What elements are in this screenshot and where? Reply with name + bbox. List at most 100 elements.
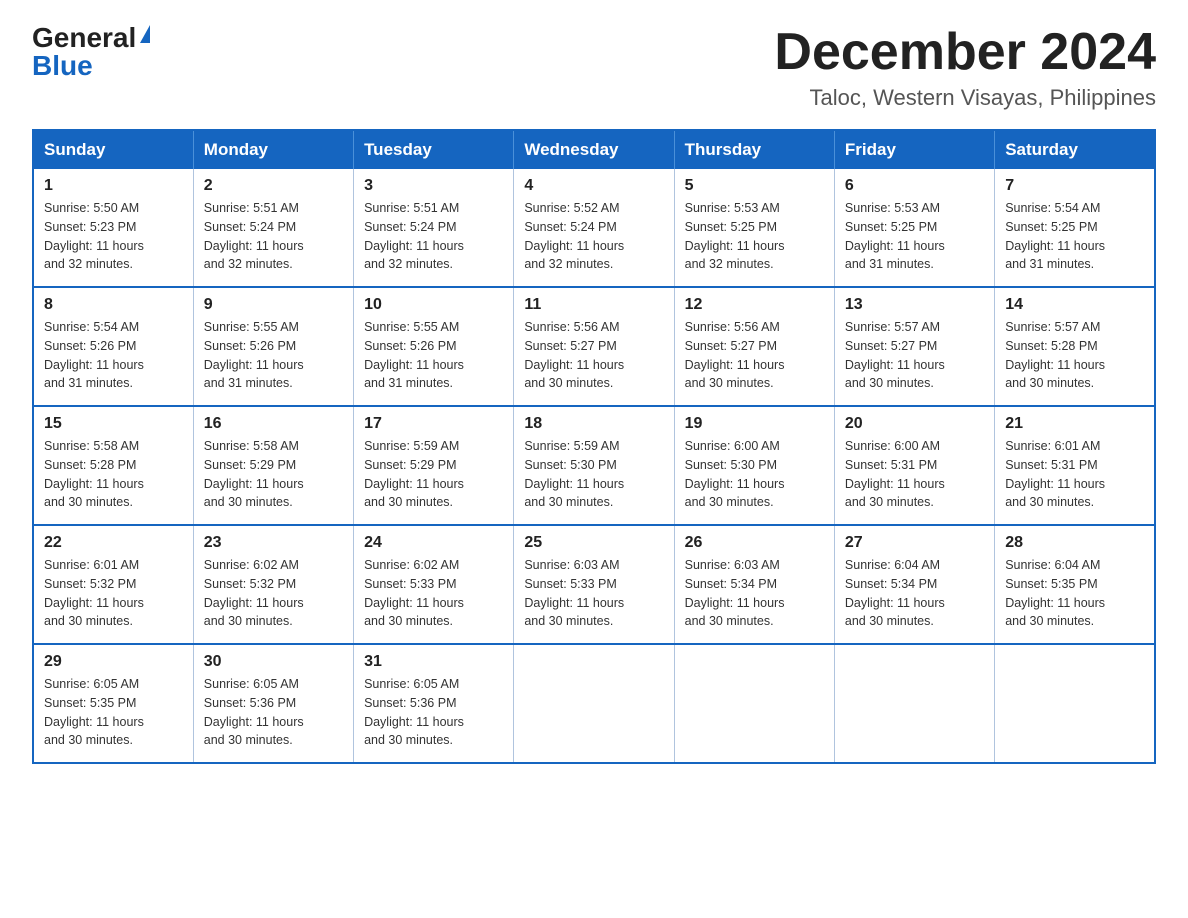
calendar-day-cell: 23 Sunrise: 6:02 AMSunset: 5:32 PMDayligh… [193, 525, 353, 644]
day-number: 1 [44, 177, 183, 195]
calendar-day-cell: 5Sunrise: 5:53 AMSunset: 5:25 PMDaylight… [674, 169, 834, 287]
day-number: 8 [44, 296, 183, 314]
weekday-header-friday: Friday [834, 130, 994, 169]
day-number: 20 [845, 415, 984, 433]
calendar-day-cell [514, 644, 674, 763]
day-number: 23 [204, 534, 343, 552]
calendar-day-cell: 24Sunrise: 6:02 AMSunset: 5:33 PMDayligh… [354, 525, 514, 644]
calendar-day-cell: 26Sunrise: 6:03 AMSunset: 5:34 PMDayligh… [674, 525, 834, 644]
weekday-header-row: SundayMondayTuesdayWednesdayThursdayFrid… [33, 130, 1155, 169]
day-number: 30 [204, 653, 343, 671]
calendar-week-row: 29 Sunrise: 6:05 AMSunset: 5:35 PMDayligh… [33, 644, 1155, 763]
calendar-day-cell: 13Sunrise: 5:57 AMSunset: 5:27 PMDayligh… [834, 287, 994, 406]
calendar-day-cell: 29 Sunrise: 6:05 AMSunset: 5:35 PMDayligh… [33, 644, 193, 763]
calendar-day-cell: 6Sunrise: 5:53 AMSunset: 5:25 PMDaylight… [834, 169, 994, 287]
calendar-day-cell [674, 644, 834, 763]
day-number: 4 [524, 177, 663, 195]
day-info: Sunrise: 5:51 AMSunset: 5:24 PMDaylight:… [204, 199, 343, 274]
day-info: Sunrise: 5:57 AMSunset: 5:28 PMDaylight:… [1005, 318, 1144, 393]
day-info: Sunrise: 6:01 AMSunset: 5:32 PMDaylight:… [44, 556, 183, 631]
location-subtitle: Taloc, Western Visayas, Philippines [774, 85, 1156, 111]
title-block: December 2024 Taloc, Western Visayas, Ph… [774, 24, 1156, 111]
day-info: Sunrise: 6:05 AMSunset: 5:36 PMDaylight:… [204, 675, 343, 750]
calendar-day-cell: 28Sunrise: 6:04 AMSunset: 5:35 PMDayligh… [995, 525, 1155, 644]
calendar-day-cell: 21 Sunrise: 6:01 AMSunset: 5:31 PMDayligh… [995, 406, 1155, 525]
day-info: Sunrise: 6:02 AMSunset: 5:32 PMDaylight:… [204, 556, 343, 631]
calendar-day-cell: 4 Sunrise: 5:52 AMSunset: 5:24 PMDaylight… [514, 169, 674, 287]
day-number: 27 [845, 534, 984, 552]
calendar-day-cell: 2 Sunrise: 5:51 AMSunset: 5:24 PMDaylight… [193, 169, 353, 287]
calendar-day-cell: 20 Sunrise: 6:00 AMSunset: 5:31 PMDayligh… [834, 406, 994, 525]
calendar-day-cell: 31 Sunrise: 6:05 AMSunset: 5:36 PMDayligh… [354, 644, 514, 763]
calendar-day-cell: 25 Sunrise: 6:03 AMSunset: 5:33 PMDayligh… [514, 525, 674, 644]
day-info: Sunrise: 6:00 AMSunset: 5:30 PMDaylight:… [685, 437, 824, 512]
day-info: Sunrise: 6:00 AMSunset: 5:31 PMDaylight:… [845, 437, 984, 512]
calendar-day-cell: 8 Sunrise: 5:54 AMSunset: 5:26 PMDaylight… [33, 287, 193, 406]
day-number: 3 [364, 177, 503, 195]
day-number: 29 [44, 653, 183, 671]
day-info: Sunrise: 5:50 AMSunset: 5:23 PMDaylight:… [44, 199, 183, 274]
calendar-week-row: 1 Sunrise: 5:50 AMSunset: 5:23 PMDaylight… [33, 169, 1155, 287]
calendar-day-cell: 11 Sunrise: 5:56 AMSunset: 5:27 PMDayligh… [514, 287, 674, 406]
logo: General Blue [32, 24, 150, 80]
calendar-day-cell: 19 Sunrise: 6:00 AMSunset: 5:30 PMDayligh… [674, 406, 834, 525]
calendar-day-cell [995, 644, 1155, 763]
calendar-week-row: 22 Sunrise: 6:01 AMSunset: 5:32 PMDayligh… [33, 525, 1155, 644]
weekday-header-sunday: Sunday [33, 130, 193, 169]
logo-blue-text: Blue [32, 52, 93, 80]
day-number: 14 [1005, 296, 1144, 314]
day-info: Sunrise: 5:52 AMSunset: 5:24 PMDaylight:… [524, 199, 663, 274]
day-info: Sunrise: 5:56 AMSunset: 5:27 PMDaylight:… [524, 318, 663, 393]
month-title: December 2024 [774, 24, 1156, 81]
day-info: Sunrise: 5:56 AMSunset: 5:27 PMDaylight:… [685, 318, 824, 393]
day-number: 11 [524, 296, 663, 314]
calendar-day-cell: 18 Sunrise: 5:59 AMSunset: 5:30 PMDayligh… [514, 406, 674, 525]
calendar-day-cell: 16 Sunrise: 5:58 AMSunset: 5:29 PMDayligh… [193, 406, 353, 525]
day-number: 16 [204, 415, 343, 433]
logo-triangle-icon [140, 25, 150, 43]
day-number: 19 [685, 415, 824, 433]
day-number: 31 [364, 653, 503, 671]
calendar-day-cell: 9 Sunrise: 5:55 AMSunset: 5:26 PMDaylight… [193, 287, 353, 406]
day-number: 2 [204, 177, 343, 195]
day-number: 17 [364, 415, 503, 433]
weekday-header-monday: Monday [193, 130, 353, 169]
day-number: 9 [204, 296, 343, 314]
day-number: 22 [44, 534, 183, 552]
day-info: Sunrise: 6:03 AMSunset: 5:33 PMDaylight:… [524, 556, 663, 631]
calendar-day-cell: 15Sunrise: 5:58 AMSunset: 5:28 PMDayligh… [33, 406, 193, 525]
calendar-table: SundayMondayTuesdayWednesdayThursdayFrid… [32, 129, 1156, 764]
day-info: Sunrise: 5:51 AMSunset: 5:24 PMDaylight:… [364, 199, 503, 274]
day-info: Sunrise: 5:59 AMSunset: 5:29 PMDaylight:… [364, 437, 503, 512]
weekday-header-tuesday: Tuesday [354, 130, 514, 169]
day-info: Sunrise: 5:54 AMSunset: 5:25 PMDaylight:… [1005, 199, 1144, 274]
day-info: Sunrise: 6:01 AMSunset: 5:31 PMDaylight:… [1005, 437, 1144, 512]
day-info: Sunrise: 5:59 AMSunset: 5:30 PMDaylight:… [524, 437, 663, 512]
page-header: General Blue December 2024 Taloc, Wester… [32, 24, 1156, 111]
day-number: 25 [524, 534, 663, 552]
calendar-day-cell: 17 Sunrise: 5:59 AMSunset: 5:29 PMDayligh… [354, 406, 514, 525]
weekday-header-thursday: Thursday [674, 130, 834, 169]
day-number: 12 [685, 296, 824, 314]
calendar-day-cell: 12 Sunrise: 5:56 AMSunset: 5:27 PMDayligh… [674, 287, 834, 406]
day-info: Sunrise: 6:02 AMSunset: 5:33 PMDaylight:… [364, 556, 503, 631]
calendar-day-cell: 7 Sunrise: 5:54 AMSunset: 5:25 PMDaylight… [995, 169, 1155, 287]
day-info: Sunrise: 5:53 AMSunset: 5:25 PMDaylight:… [685, 199, 824, 274]
day-info: Sunrise: 5:55 AMSunset: 5:26 PMDaylight:… [204, 318, 343, 393]
calendar-day-cell: 14 Sunrise: 5:57 AMSunset: 5:28 PMDayligh… [995, 287, 1155, 406]
day-number: 10 [364, 296, 503, 314]
day-info: Sunrise: 6:05 AMSunset: 5:36 PMDaylight:… [364, 675, 503, 750]
calendar-week-row: 8 Sunrise: 5:54 AMSunset: 5:26 PMDaylight… [33, 287, 1155, 406]
day-number: 7 [1005, 177, 1144, 195]
day-info: Sunrise: 5:58 AMSunset: 5:29 PMDaylight:… [204, 437, 343, 512]
day-info: Sunrise: 5:54 AMSunset: 5:26 PMDaylight:… [44, 318, 183, 393]
day-number: 18 [524, 415, 663, 433]
day-info: Sunrise: 6:05 AMSunset: 5:35 PMDaylight:… [44, 675, 183, 750]
weekday-header-saturday: Saturday [995, 130, 1155, 169]
calendar-day-cell: 3 Sunrise: 5:51 AMSunset: 5:24 PMDaylight… [354, 169, 514, 287]
calendar-day-cell: 10Sunrise: 5:55 AMSunset: 5:26 PMDayligh… [354, 287, 514, 406]
calendar-day-cell: 22 Sunrise: 6:01 AMSunset: 5:32 PMDayligh… [33, 525, 193, 644]
day-info: Sunrise: 6:04 AMSunset: 5:35 PMDaylight:… [1005, 556, 1144, 631]
day-number: 21 [1005, 415, 1144, 433]
day-info: Sunrise: 6:04 AMSunset: 5:34 PMDaylight:… [845, 556, 984, 631]
